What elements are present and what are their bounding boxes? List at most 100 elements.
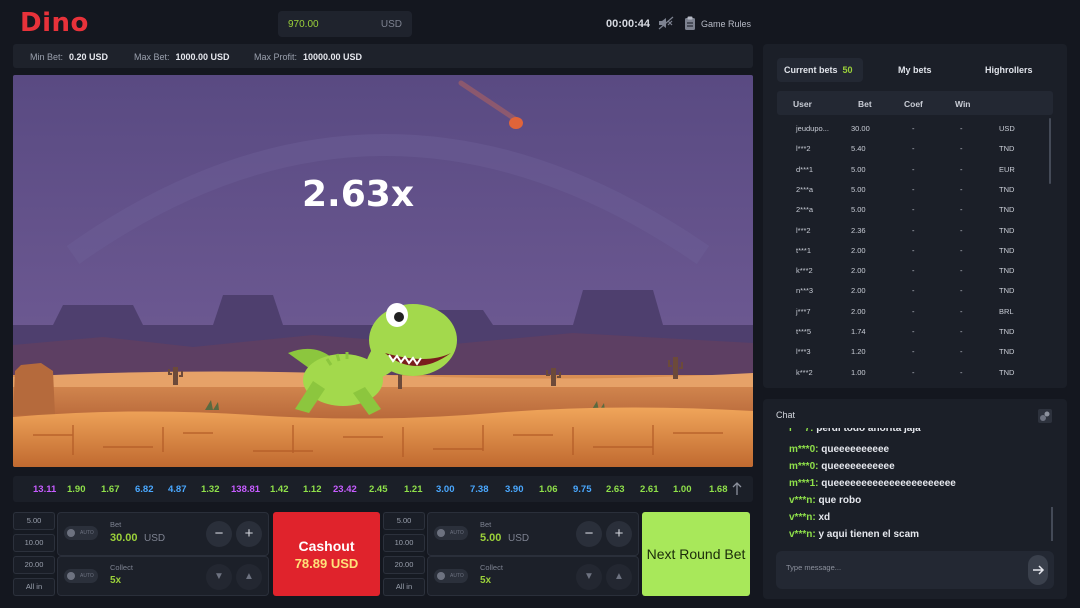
chat-message-input[interactable] [786, 563, 1016, 572]
history-multiplier: 7.38 [470, 484, 489, 495]
scrollbar[interactable] [1049, 118, 1051, 184]
cell-cur: USD [999, 124, 1015, 133]
history-multiplier: 1.00 [673, 484, 692, 495]
table-row: t***1 2.00 - - TND [777, 240, 1053, 260]
sound-off-icon[interactable] [658, 16, 674, 30]
game-logo: Dino [20, 8, 89, 38]
cell-user: j***7 [796, 306, 811, 316]
chevron-down-icon[interactable]: ▼ [576, 564, 602, 590]
cell-bet: 30.00 [851, 124, 870, 133]
chat-text: queeeeeeeeee [821, 444, 890, 455]
history-multiplier: 13.11 [33, 484, 57, 495]
collect-input[interactable]: 5x [110, 575, 121, 586]
bets-table-header: User Bet Coef Win [777, 91, 1053, 115]
cell-user: t***5 [796, 327, 812, 336]
scrollbar[interactable] [1051, 507, 1053, 541]
cell-cur: TND [999, 327, 1015, 336]
quick-amount-button[interactable]: 5.00 [13, 512, 55, 530]
history-multiplier: 4.87 [168, 484, 187, 495]
cell-user: d***1 [796, 164, 814, 174]
cell-user: k***2 [796, 266, 813, 276]
chat-username: m***0: [789, 444, 819, 455]
chat-username: r***7: [789, 423, 814, 434]
tab-my-bets[interactable]: My bets [898, 58, 932, 82]
column-header: Bet [858, 99, 872, 109]
cell-bet: 1.74 [851, 327, 866, 336]
game-rules-link[interactable]: Game Rules [701, 19, 751, 29]
cell-bet: 5.00 [851, 205, 866, 215]
bet-currency: USD [508, 533, 530, 544]
history-multiplier: 3.90 [505, 484, 524, 495]
chat-settings-icon[interactable] [1038, 409, 1052, 423]
chevron-up-icon[interactable] [731, 482, 743, 496]
cell-coef: - [912, 306, 915, 316]
auto-bet-toggle[interactable]: AUTO [64, 526, 98, 540]
bet-amount-box-2: AUTO Bet 5.00 USD − + [427, 512, 639, 556]
quick-amount-button[interactable]: 20.00 [13, 556, 55, 574]
table-row: n***3 2.00 - - TND [777, 280, 1053, 300]
chevron-up-icon[interactable]: ▲ [606, 564, 632, 590]
quick-amounts-2: 5.00 10.00 20.00 All in [383, 512, 425, 596]
bets-panel: Current bets 50 My bets Highrollers User … [763, 44, 1067, 388]
cell-bet: 1.00 [851, 367, 866, 377]
cell-win: - [960, 367, 963, 377]
table-row: l***2 2.36 - - TND [777, 220, 1053, 240]
send-button[interactable] [1028, 555, 1048, 585]
cell-coef: - [912, 124, 915, 133]
auto-bet-toggle[interactable]: AUTO [434, 526, 468, 540]
cell-win: - [960, 124, 963, 133]
decrease-bet-button[interactable]: − [206, 521, 232, 547]
quick-amount-button[interactable]: 10.00 [383, 534, 425, 552]
cell-cur: TND [999, 245, 1015, 255]
history-multiplier: 1.90 [67, 484, 86, 495]
chat-username: m***0: [789, 461, 819, 472]
bet-amount-input[interactable]: 30.00 [110, 532, 138, 544]
bet-label: Bet [480, 520, 492, 529]
history-multiplier: 2.45 [369, 484, 388, 495]
quick-amount-button[interactable]: 5.00 [383, 512, 425, 530]
cell-cur: TND [999, 286, 1015, 296]
chat-message: v***n: xd [789, 512, 830, 523]
cashout-button[interactable]: Cashout 78.89 USD [273, 512, 380, 596]
chevron-down-icon[interactable]: ▼ [206, 564, 232, 590]
quick-amount-button[interactable]: 10.00 [13, 534, 55, 552]
clipboard-icon[interactable] [684, 16, 696, 30]
tab-current-bets[interactable]: Current bets 50 [777, 58, 863, 82]
collect-label: Collect [110, 563, 133, 572]
cashout-label: Cashout [298, 538, 355, 554]
tab-highrollers[interactable]: Highrollers [985, 58, 1033, 82]
bet-label: Bet [110, 520, 122, 529]
history-multiplier: 1.21 [404, 484, 423, 495]
all-in-button[interactable]: All in [13, 578, 55, 596]
bet-amount-input[interactable]: 5.00 [480, 532, 501, 544]
table-row: l***3 1.20 - - TND [777, 341, 1053, 361]
history-multiplier: 3.00 [436, 484, 455, 495]
cell-user: 2***a [796, 184, 814, 194]
table-row: jeudupo... 30.00 - - USD [777, 118, 1053, 138]
balance-display: 970.00 USD [278, 11, 412, 37]
chat-text: y aqui tienen el scam [818, 529, 920, 540]
increase-bet-button[interactable]: + [236, 521, 262, 547]
cell-bet: 5.40 [851, 144, 866, 154]
cell-user: 2***a [796, 205, 814, 215]
chevron-up-icon[interactable]: ▲ [236, 564, 262, 590]
cell-cur: TND [999, 225, 1015, 235]
cell-cur: TND [999, 184, 1015, 194]
chat-panel: Chat r***7: perdi todo ahorita jaja m***0… [763, 399, 1067, 599]
all-in-button[interactable]: All in [383, 578, 425, 596]
next-round-bet-button[interactable]: Next Round Bet [642, 512, 750, 596]
increase-bet-button[interactable]: + [606, 521, 632, 547]
cell-win: - [960, 347, 963, 357]
round-timer: 00:00:44 [606, 18, 651, 30]
history-multiplier: 1.67 [101, 484, 120, 495]
auto-collect-toggle[interactable]: AUTO [64, 569, 98, 583]
auto-collect-toggle[interactable]: AUTO [434, 569, 468, 583]
decrease-bet-button[interactable]: − [576, 521, 602, 547]
cell-coef: - [912, 367, 915, 377]
bet-amount-box-1: AUTO Bet 30.00 USD − + [57, 512, 269, 556]
quick-amount-button[interactable]: 20.00 [383, 556, 425, 574]
table-row: t***5 1.74 - - TND [777, 321, 1053, 341]
cell-bet: 2.00 [851, 266, 866, 276]
collect-input[interactable]: 5x [480, 575, 491, 586]
chat-message: m***1: queeeeeeeeeeeeeeeeeeeeee [789, 478, 956, 489]
